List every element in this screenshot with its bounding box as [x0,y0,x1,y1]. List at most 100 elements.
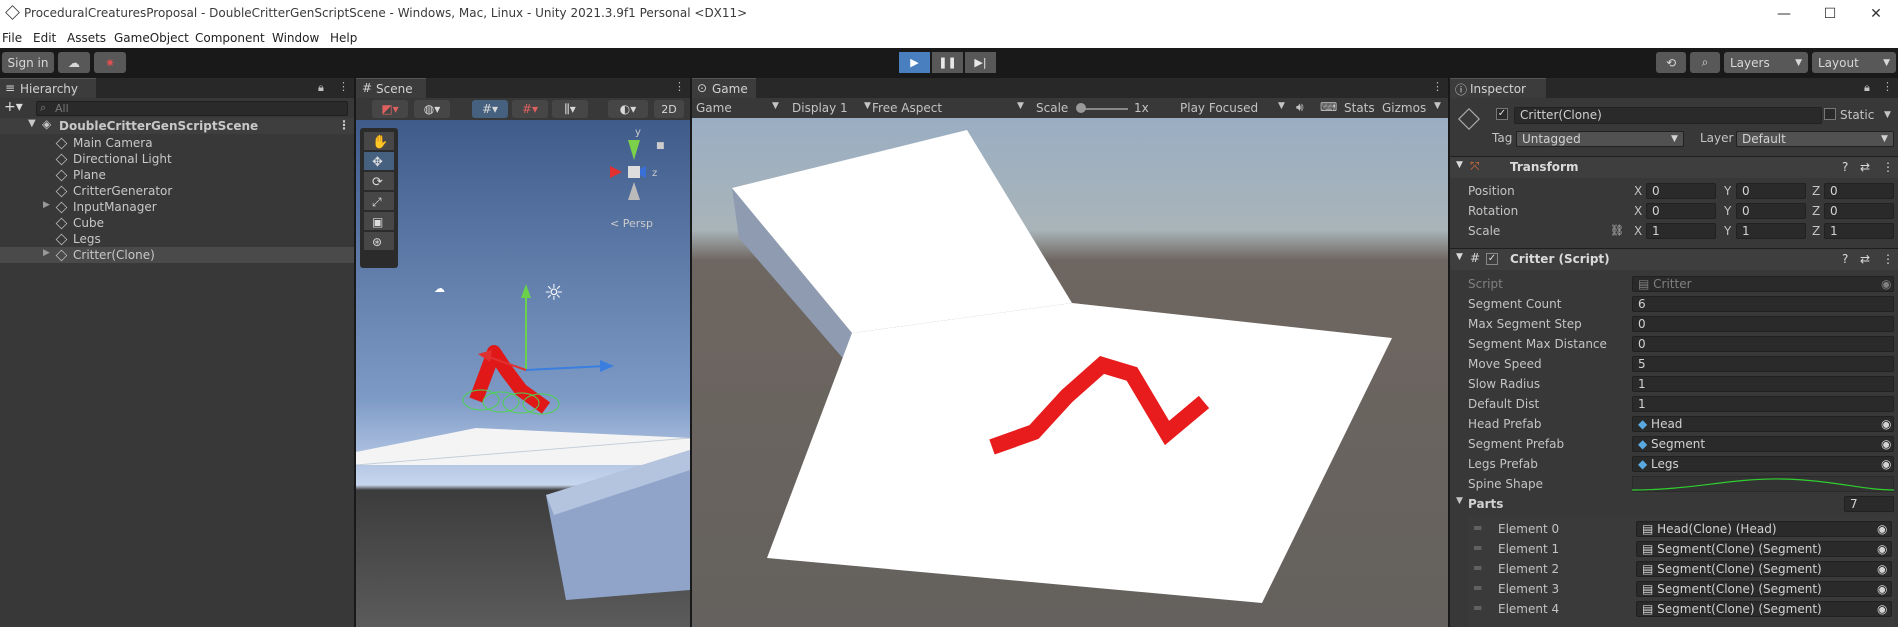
list-item[interactable]: ▶ InputManager [0,199,354,215]
menu-edit[interactable]: Edit [33,31,56,45]
tab-game[interactable]: ⊙ Game [692,78,756,98]
element-1-field[interactable]: ▤ Segment(Clone) (Segment) ◉ [1636,541,1892,557]
maximize-button[interactable]: ☐ [1808,0,1852,28]
object-picker-icon[interactable]: ◉ [1877,522,1887,536]
max-segment-step-field[interactable]: 0 [1632,316,1894,332]
lock-icon[interactable]: 🔒︎ [1864,81,1870,95]
position-y-field[interactable]: 0 [1736,183,1806,199]
parts-collapse-arrow-icon[interactable]: ▼ [1456,496,1463,506]
search-button[interactable]: ⌕ [1690,52,1720,73]
scene-viewport[interactable]: ✋ ✥ ⟳ ⤢ ▣ ⊛ y z ■ < Persp ☁ ☼ [356,120,690,627]
collab-button[interactable]: ✷ [94,52,126,73]
draw-mode-dropdown[interactable]: ◩▾ [372,100,408,118]
play-focused-dropdown[interactable]: Play Focused ▼ [1180,101,1290,117]
rotation-y-field[interactable]: 0 [1736,203,1806,219]
transform-component-header[interactable]: ▼ ⤧ Transform ? ⇄ ⋮ [1450,156,1898,178]
render-mode-dropdown[interactable]: ◍▾ [414,100,450,118]
layers-dropdown[interactable]: Layers ▼ [1724,52,1808,73]
object-picker-icon[interactable]: ◉ [1877,582,1887,596]
drag-handle-icon[interactable]: ═ [1474,541,1481,555]
more-options-icon[interactable]: ⋮ [1882,160,1894,174]
scene-row[interactable]: ▼ ◈ DoubleCritterGenScriptScene ⋮ [0,117,354,134]
step-button[interactable]: ▶| [965,52,996,73]
hierarchy-search-input[interactable]: ⌕ All [36,101,348,116]
position-z-field[interactable]: 0 [1824,183,1894,199]
help-icon[interactable]: ? [1842,252,1848,266]
play-button[interactable]: ▶ [899,52,930,73]
stats-button[interactable]: Stats [1344,101,1375,115]
layer-dropdown[interactable]: Default ▼ [1736,131,1894,147]
list-item[interactable]: Legs [0,231,354,247]
tab-scene[interactable]: # Scene [356,78,426,98]
element-3-field[interactable]: ▤ Segment(Clone) (Segment) ◉ [1636,581,1892,597]
add-icon[interactable]: +▾ [4,99,23,115]
expand-arrow-icon[interactable]: ▶ [43,248,50,258]
close-button[interactable]: ✕ [1854,0,1898,28]
list-item[interactable]: Cube [0,215,354,231]
object-name-field[interactable]: Critter(Clone) [1514,107,1822,124]
tab-hierarchy[interactable]: ≡ Hierarchy [0,78,96,98]
scale-x-field[interactable]: 1 [1646,223,1716,239]
menu-help[interactable]: Help [330,31,357,45]
element-2-field[interactable]: ▤ Segment(Clone) (Segment) ◉ [1636,561,1892,577]
light-gizmo-icon[interactable]: ☼ [544,281,564,306]
active-checkbox[interactable]: ✓ [1496,108,1508,120]
scale-slider-handle[interactable] [1076,103,1086,113]
list-item[interactable]: Plane [0,167,354,183]
expand-arrow-icon[interactable]: ▶ [43,200,50,210]
more-options-icon[interactable]: ⋮ [1432,80,1443,93]
2d-toggle[interactable]: 2D [654,100,684,118]
segment-prefab-field[interactable]: ◆ Segment ◉ [1632,436,1894,452]
more-options-icon[interactable]: ⋮ [338,80,349,93]
segment-max-distance-field[interactable]: 0 [1632,336,1894,352]
lock-icon[interactable]: 🔒︎ [318,81,324,95]
gizmos-dropdown[interactable]: Gizmos ▼ [1382,101,1442,115]
grid-snap-toggle[interactable]: #▾ [472,100,508,118]
rotation-x-field[interactable]: 0 [1646,203,1716,219]
spine-shape-curve-field[interactable] [1632,476,1894,492]
list-item[interactable]: CritterGenerator [0,183,354,199]
menu-file[interactable]: File [2,31,22,45]
constrain-proportions-icon[interactable]: ⛓ [1610,224,1624,237]
list-item[interactable]: Directional Light [0,151,354,167]
element-0-field[interactable]: ▤ Head(Clone) (Head) ◉ [1636,521,1892,537]
object-picker-icon[interactable]: ◉ [1877,562,1887,576]
game-mode-dropdown[interactable]: Game ▼ [696,101,782,117]
camera-gizmo-icon[interactable]: ☁ [434,282,445,295]
minimize-button[interactable]: — [1762,0,1806,28]
default-dist-field[interactable]: 1 [1632,396,1894,412]
element-4-field[interactable]: ▤ Segment(Clone) (Segment) ◉ [1636,601,1892,617]
object-picker-icon[interactable]: ◉ [1877,602,1887,616]
lighting-dropdown[interactable]: ◐▾ [608,100,648,118]
presets-icon[interactable]: ⇄ [1860,160,1870,174]
position-x-field[interactable]: 0 [1646,183,1716,199]
head-prefab-field[interactable]: ◆ Head ◉ [1632,416,1894,432]
game-viewport[interactable] [692,118,1448,627]
drag-handle-icon[interactable]: ═ [1474,581,1481,595]
move-speed-field[interactable]: 5 [1632,356,1894,372]
more-options-icon[interactable]: ⋮ [674,80,685,93]
list-item[interactable]: Main Camera [0,135,354,151]
parts-label[interactable]: Parts [1468,497,1503,511]
aspect-dropdown[interactable]: Free Aspect ▼ [872,101,1032,117]
keyboard-icon[interactable]: ⌨ [1320,100,1337,114]
help-icon[interactable]: ? [1842,160,1848,174]
menu-assets[interactable]: Assets [67,31,106,45]
critter-script-header[interactable]: ▼ # ✓ Critter (Script) ? ⇄ ⋮ [1450,248,1898,270]
menu-window[interactable]: Window [272,31,319,45]
legs-prefab-field[interactable]: ◆ Legs ◉ [1632,456,1894,472]
persp-label[interactable]: < Persp [610,217,653,230]
display-dropdown[interactable]: Display 1 ▼ [792,101,874,117]
scale-y-field[interactable]: 1 [1736,223,1806,239]
layout-dropdown[interactable]: Layout ▼ [1812,52,1896,73]
more-options-icon[interactable]: ⋮ [1882,80,1893,93]
list-item[interactable]: ▶ Critter(Clone) [0,247,354,263]
snap-increment-dropdown[interactable]: #▾ [512,100,548,118]
component-enabled-checkbox[interactable]: ✓ [1486,253,1498,265]
drag-handle-icon[interactable]: ═ [1474,521,1481,535]
object-picker-icon[interactable]: ◉ [1881,457,1891,471]
drag-handle-icon[interactable]: ═ [1474,561,1481,575]
parts-count-field[interactable]: 7 [1844,496,1894,512]
sign-in-button[interactable]: Sign in [2,52,54,73]
speaker-icon[interactable]: 🔊︎ [1296,100,1304,115]
